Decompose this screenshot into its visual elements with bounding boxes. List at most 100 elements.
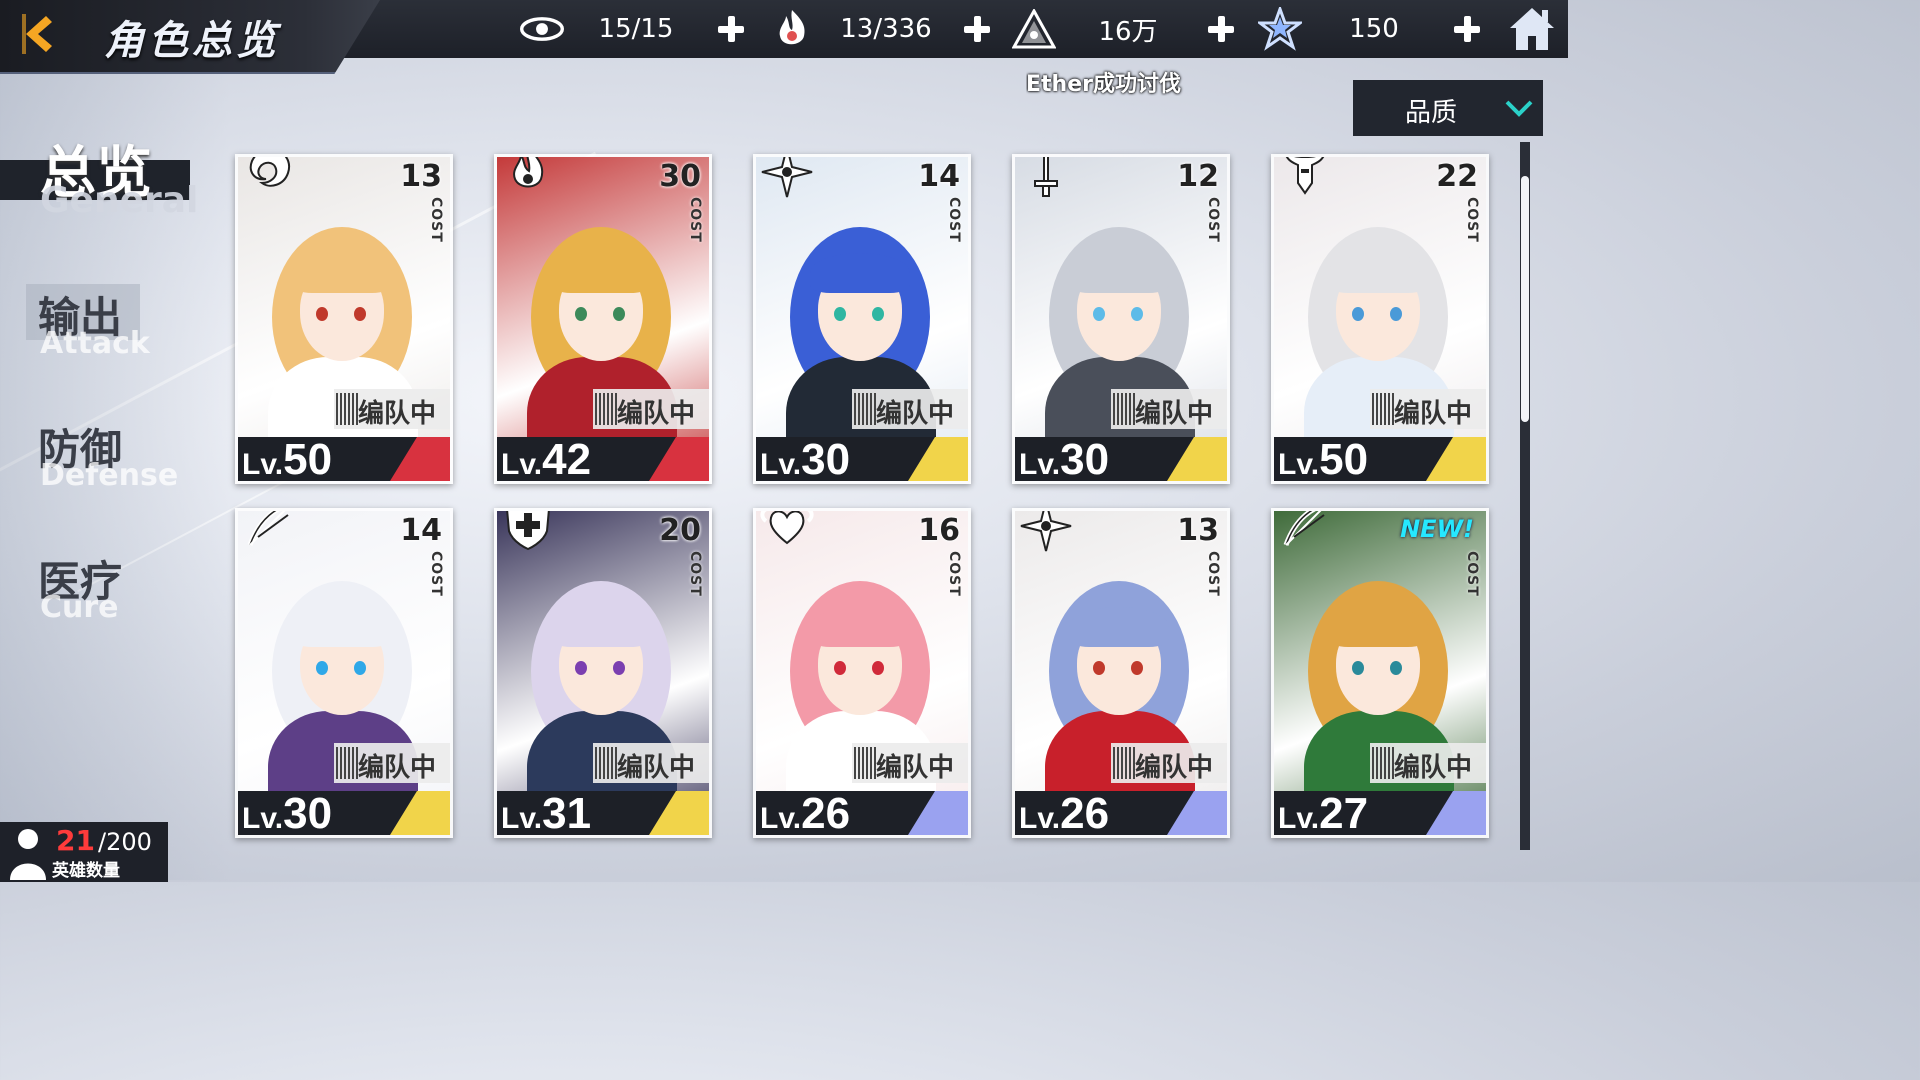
in-team-badge: 编队中: [1111, 743, 1227, 783]
in-team-badge: 编队中: [852, 743, 968, 783]
portrait-eye: [1093, 661, 1105, 675]
hero-count-current: 21: [56, 824, 95, 857]
in-team-label: 编队中: [358, 753, 437, 783]
level-value: 26: [801, 789, 851, 838]
character-card[interactable]: 13 COST 编队中 Lv.26: [1012, 508, 1230, 838]
in-team-badge: 编队中: [334, 743, 450, 783]
cost-value: 30: [659, 159, 701, 194]
add-tickets-button[interactable]: [962, 14, 992, 44]
winged-heart-icon: [760, 511, 814, 545]
portrait-fringe: [1069, 253, 1169, 293]
level-prefix: Lv.: [760, 448, 802, 481]
eye-icon: [520, 7, 564, 51]
character-portrait: [238, 157, 450, 481]
in-team-label: 编队中: [876, 399, 955, 429]
level-prefix: Lv.: [501, 448, 543, 481]
rarity-stripe: [649, 437, 709, 481]
cost-value: 14: [918, 159, 960, 194]
rarity-stripe: [649, 791, 709, 835]
horned-helm-icon: [1285, 157, 1325, 195]
cost-value: 22: [1436, 159, 1478, 194]
person-silhouette-icon: [10, 829, 46, 880]
level-bar: Lv.26: [756, 789, 968, 838]
scrollbar-thumb[interactable]: [1521, 176, 1529, 422]
in-team-label: 编队中: [617, 399, 696, 429]
add-gold-button[interactable]: [1206, 14, 1236, 44]
portrait-eye: [354, 307, 366, 321]
portrait-eye: [613, 307, 625, 321]
level-value: 50: [1319, 435, 1369, 484]
level-text: Lv.30: [760, 435, 851, 484]
add-stamina-button[interactable]: [716, 14, 746, 44]
badge-barcode: [336, 393, 358, 425]
sort-dropdown[interactable]: 品质: [1353, 80, 1543, 136]
level-text: Lv.30: [242, 789, 332, 835]
add-crystals-button[interactable]: [1452, 14, 1482, 44]
character-portrait: [1015, 157, 1227, 481]
portrait-eye: [834, 307, 846, 321]
rarity-stripe: [908, 437, 968, 481]
level-bar: Lv.31: [497, 789, 709, 835]
character-card[interactable]: 13 COST 编队中 Lv.50: [235, 154, 453, 484]
tab-defense[interactable]: 防御 Defense: [0, 414, 190, 514]
in-team-badge: 编队中: [1370, 389, 1486, 429]
portrait-eye: [316, 307, 328, 321]
portrait-eye: [1390, 661, 1402, 675]
character-card[interactable]: 20 COST 编队中 Lv.31: [494, 508, 712, 838]
level-bar: Lv.30: [238, 789, 450, 835]
crystals-value: 150: [1349, 14, 1399, 44]
portrait-eye: [575, 307, 587, 321]
home-icon: [1510, 8, 1554, 50]
cost-label: COST: [1205, 197, 1221, 243]
home-button[interactable]: [1508, 6, 1556, 52]
level-text: Lv.31: [501, 789, 591, 835]
tab-general[interactable]: 总览 General: [0, 128, 200, 228]
cost-value: 13: [400, 159, 442, 194]
level-bar: Lv.27: [1274, 789, 1486, 838]
cost-value: 12: [1177, 159, 1219, 194]
stamina-value: 15/15: [598, 14, 674, 44]
tab-cure[interactable]: 医疗 Cure: [0, 546, 190, 646]
character-card[interactable]: 30 COST 编队中 Lv.42: [494, 154, 712, 484]
character-card[interactable]: 16 COST 编队中 Lv.26: [753, 508, 971, 838]
tab-attack[interactable]: 输出 Attack: [0, 280, 160, 380]
level-value: 42: [542, 435, 592, 484]
character-portrait: [497, 157, 709, 481]
level-value: 30: [1060, 435, 1110, 484]
level-bar: Lv.50: [238, 435, 450, 481]
in-team-label: 编队中: [617, 753, 696, 783]
portrait-eye: [872, 307, 884, 321]
in-team-label: 编队中: [1394, 753, 1473, 783]
triangle-emblem-icon: [1012, 7, 1056, 51]
bow-icon: [1283, 511, 1325, 546]
badge-barcode: [1372, 393, 1394, 425]
cost-label: COST: [946, 551, 962, 597]
cost-value: 16: [918, 513, 960, 548]
in-team-label: 编队中: [1135, 399, 1214, 429]
in-team-label: 编队中: [876, 753, 955, 783]
level-value: 30: [801, 435, 851, 484]
cost-label: COST: [1464, 551, 1480, 597]
in-team-badge: 编队中: [593, 743, 709, 783]
portrait-eye: [575, 661, 587, 675]
character-portrait: [756, 157, 968, 481]
in-team-badge: 编队中: [593, 389, 709, 429]
cost-value: 20: [659, 513, 701, 548]
cost-label: COST: [1464, 197, 1480, 243]
tab-defense-en: Defense: [40, 458, 179, 493]
back-button[interactable]: [18, 12, 58, 56]
shuriken-icon: [1020, 511, 1072, 552]
character-card[interactable]: 12 COST 编队中 Lv.30: [1012, 154, 1230, 484]
level-bar: Lv.30: [756, 435, 968, 484]
portrait-eye: [1131, 307, 1143, 321]
hero-count-label: 英雄数量: [52, 861, 120, 881]
portrait-eye: [1131, 661, 1143, 675]
character-card[interactable]: 14 COST 编队中 Lv.30: [753, 154, 971, 484]
character-card[interactable]: 14 COST 编队中 Lv.30: [235, 508, 453, 838]
badge-barcode: [336, 747, 358, 779]
character-card[interactable]: COST NEW! 编队中 Lv.27: [1271, 508, 1489, 838]
level-value: 27: [1319, 789, 1369, 838]
character-card[interactable]: 22 COST 编队中 Lv.50: [1271, 154, 1489, 484]
sword-icon: [1034, 157, 1058, 197]
level-prefix: Lv.: [1019, 802, 1061, 835]
